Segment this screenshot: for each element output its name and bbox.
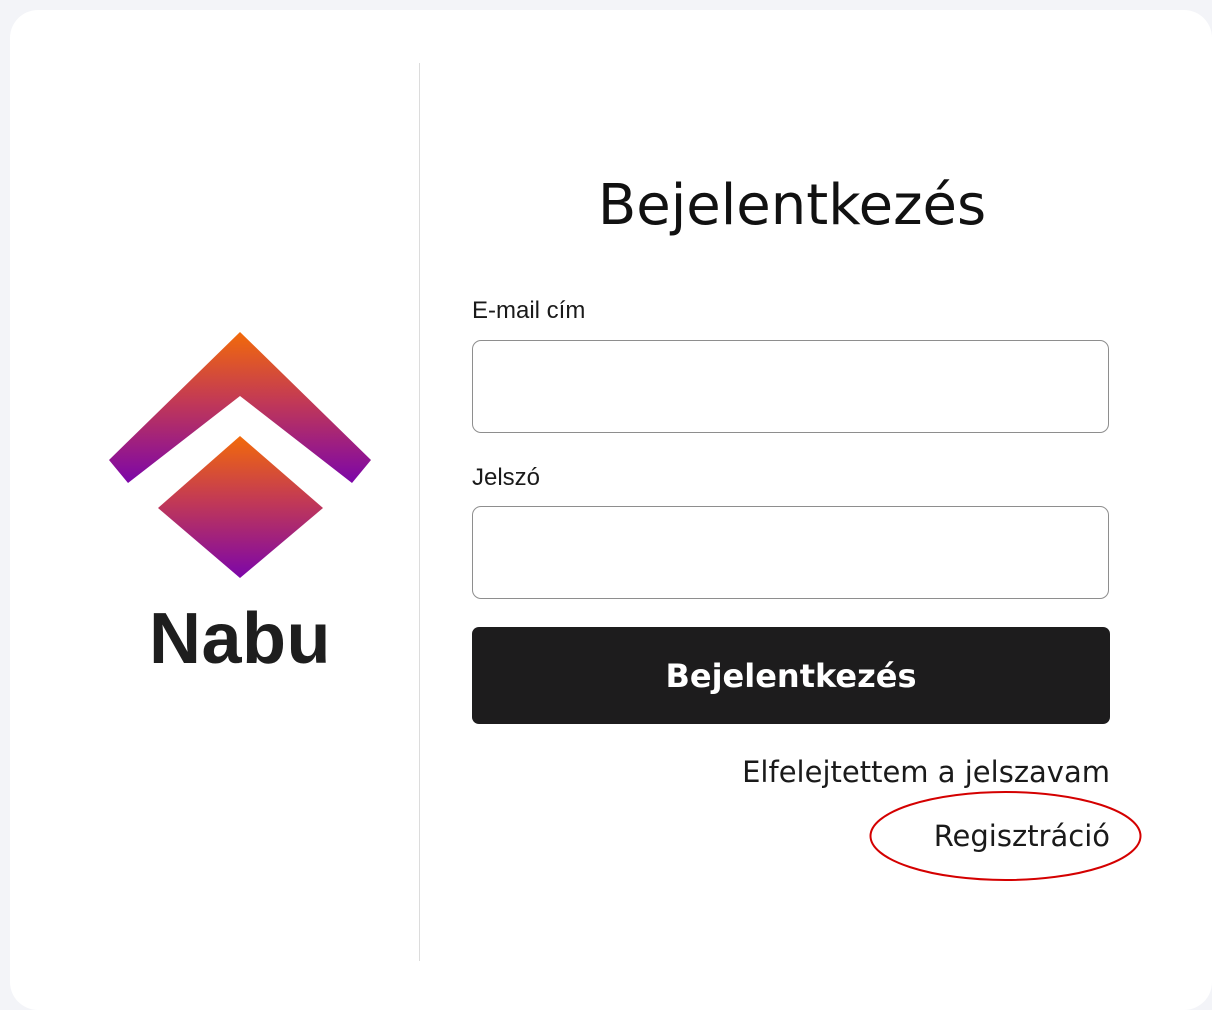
login-button[interactable]: Bejelentkezés — [472, 627, 1110, 724]
vertical-divider — [419, 63, 420, 961]
forgot-password-link[interactable]: Elfelejtettem a jelszavam — [742, 752, 1110, 792]
red-ellipse-highlight — [869, 791, 1142, 881]
brand-name: Nabu — [149, 599, 331, 679]
email-label: E-mail cím — [472, 297, 586, 324]
email-input[interactable] — [472, 340, 1109, 433]
nabu-logo-icon — [109, 332, 371, 578]
password-input[interactable] — [472, 506, 1109, 599]
page-title: Bejelentkezés — [597, 173, 987, 238]
logo-diamond-shape — [158, 436, 323, 578]
password-label: Jelszó — [472, 464, 541, 491]
